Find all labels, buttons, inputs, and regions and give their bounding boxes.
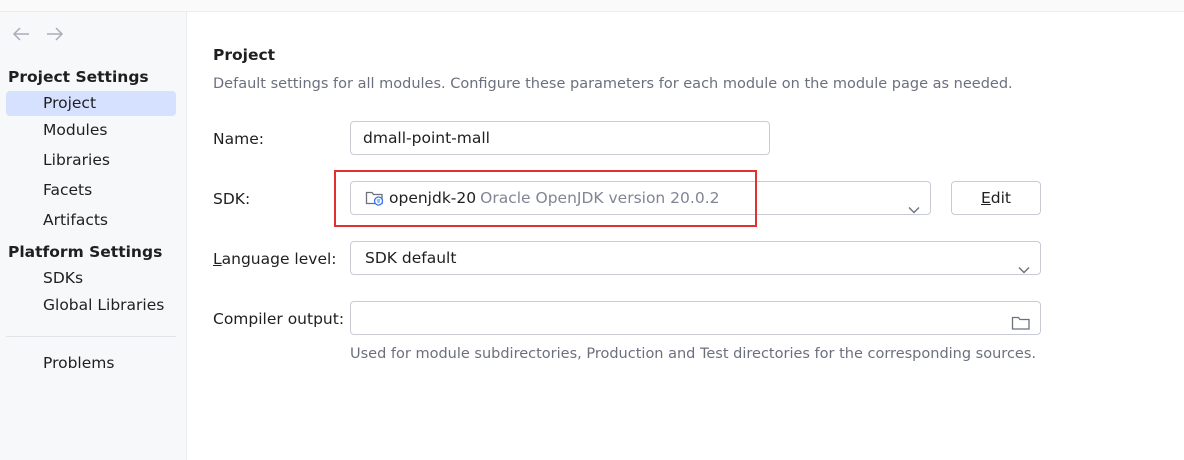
- sdk-label: SDK:: [213, 190, 251, 208]
- sidebar-divider: [6, 336, 176, 337]
- sdk-name: openjdk-20: [389, 189, 477, 207]
- chevron-down-icon: [1018, 253, 1030, 285]
- sidebar-item-artifacts[interactable]: Artifacts: [6, 208, 176, 233]
- forward-arrow-icon[interactable]: [44, 24, 66, 44]
- page-title: Project: [213, 46, 276, 64]
- project-settings-panel: Project Default settings for all modules…: [187, 12, 1184, 460]
- language-level-value: SDK default: [365, 249, 457, 267]
- platform-settings-heading: Platform Settings: [8, 243, 163, 261]
- chevron-down-icon: [908, 193, 920, 225]
- sdk-version: Oracle OpenJDK version 20.0.2: [480, 189, 720, 207]
- language-level-label: Language level:: [213, 250, 337, 268]
- project-settings-heading: Project Settings: [8, 68, 149, 86]
- edit-sdk-button[interactable]: Edit: [951, 181, 1041, 215]
- project-name-input[interactable]: dmall-point-mall: [350, 121, 770, 155]
- sidebar-item-facets[interactable]: Facets: [6, 178, 176, 203]
- language-mnemonic: L: [213, 250, 222, 268]
- sdk-folder-icon: [365, 185, 385, 217]
- language-label-rest: anguage level:: [221, 250, 337, 268]
- back-arrow-icon[interactable]: [10, 24, 32, 44]
- name-label: Name:: [213, 130, 264, 148]
- sdk-select[interactable]: openjdk-20 Oracle OpenJDK version 20.0.2: [350, 181, 931, 215]
- compiler-output-hint: Used for module subdirectories, Producti…: [350, 346, 1036, 362]
- settings-sidebar: Project Settings Project Modules Librari…: [0, 12, 187, 460]
- edit-mnemonic: E: [980, 189, 991, 207]
- sidebar-item-libraries[interactable]: Libraries: [6, 148, 176, 173]
- compiler-output-input[interactable]: [350, 301, 1041, 335]
- sidebar-item-problems[interactable]: Problems: [6, 351, 176, 376]
- history-navigation: [10, 24, 66, 44]
- window-top-strip: [0, 0, 1184, 12]
- page-description: Default settings for all modules. Config…: [213, 76, 1013, 92]
- sidebar-item-sdks[interactable]: SDKs: [6, 266, 176, 291]
- sidebar-item-project[interactable]: Project: [6, 91, 176, 116]
- sidebar-item-global-libraries[interactable]: Global Libraries: [6, 293, 176, 318]
- compiler-output-label: Compiler output:: [213, 310, 345, 328]
- sidebar-item-modules[interactable]: Modules: [6, 118, 176, 143]
- language-level-select[interactable]: SDK default: [350, 241, 1041, 275]
- browse-folder-icon[interactable]: [1011, 310, 1031, 342]
- edit-label-rest: dit: [990, 189, 1012, 207]
